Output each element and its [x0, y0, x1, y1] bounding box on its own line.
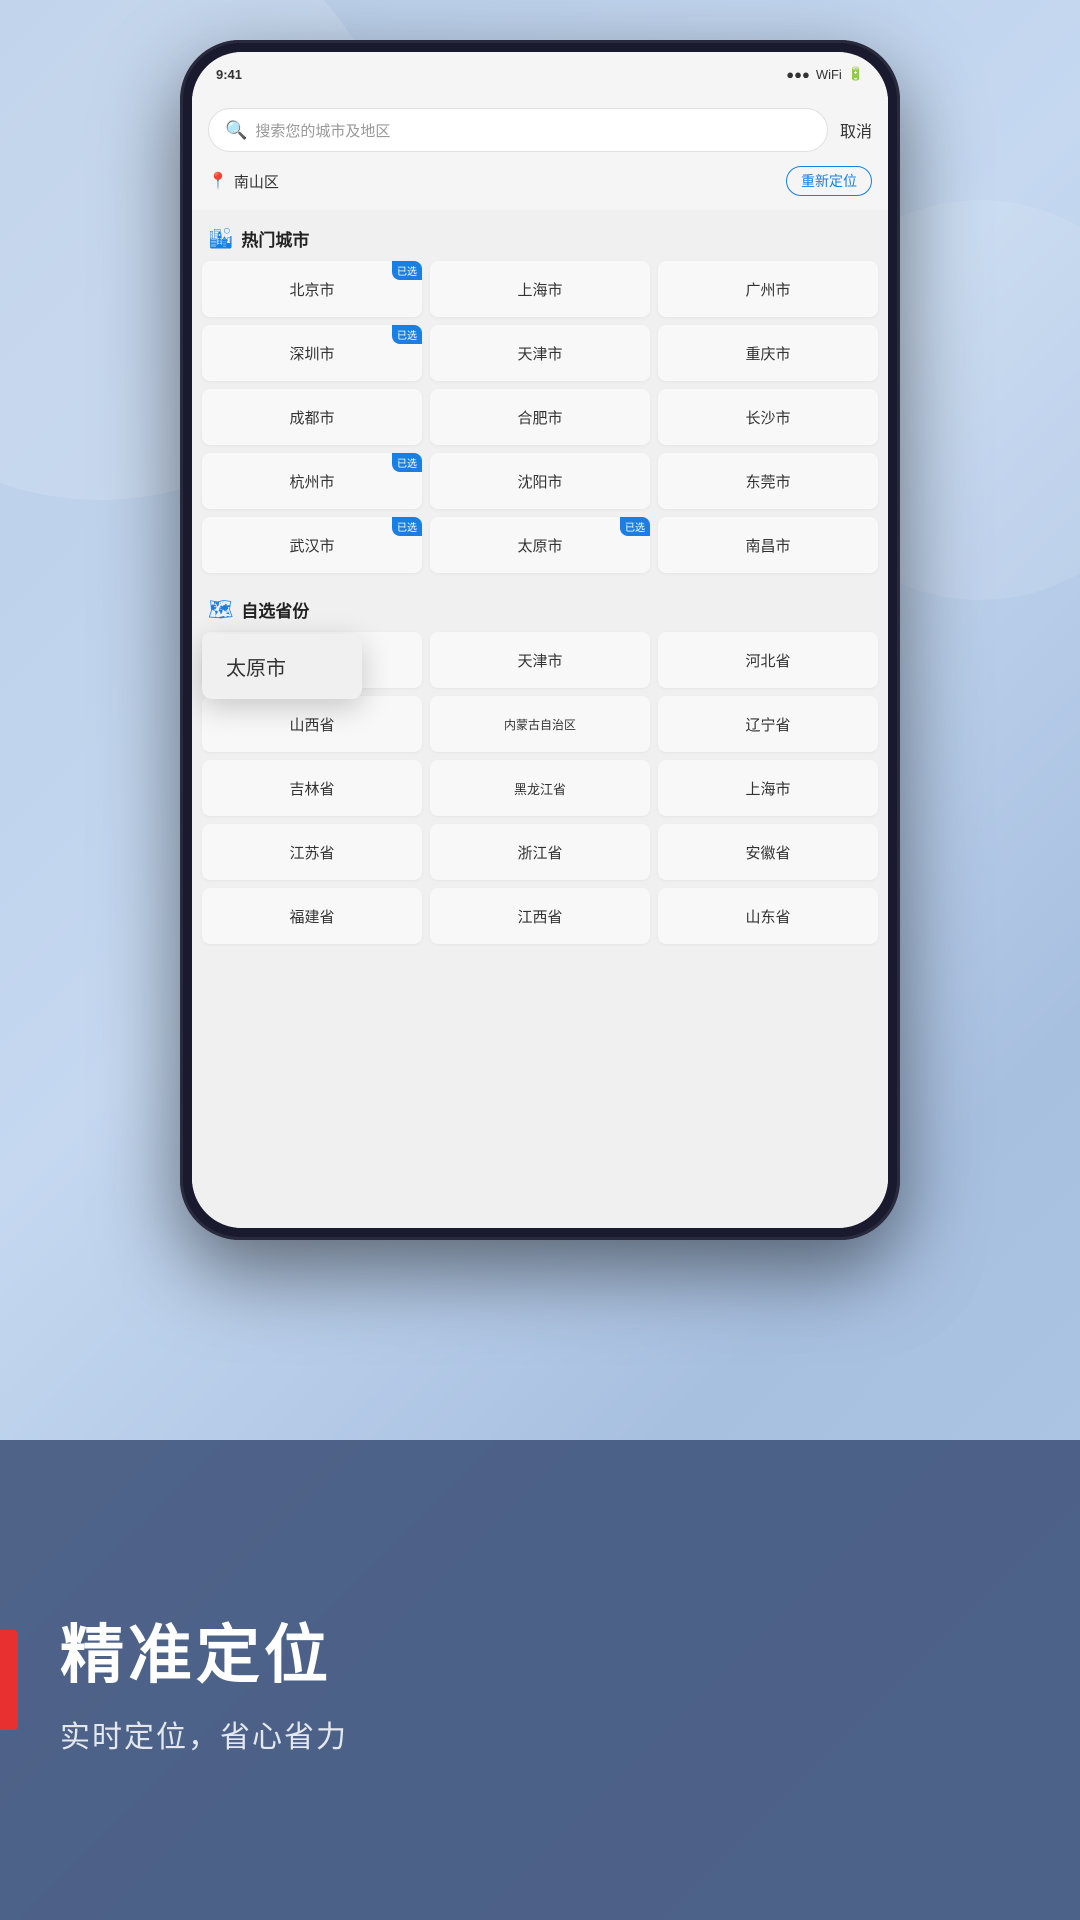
city-shenzhen[interactable]: 深圳市	[202, 325, 422, 381]
prov-tianjin[interactable]: 天津市	[430, 632, 650, 688]
city-shanghai[interactable]: 上海市	[430, 261, 650, 317]
current-location: 📍 南山区	[208, 171, 279, 192]
city-hangzhou[interactable]: 杭州市	[202, 453, 422, 509]
phone-content: 🔍 搜索您的城市及地区 取消 📍 南山区 重新定位 🏙 热门城市	[192, 96, 888, 1228]
city-nanchang[interactable]: 南昌市	[658, 517, 878, 573]
prov-jilin[interactable]: 吉林省	[202, 760, 422, 816]
prov-fujian[interactable]: 福建省	[202, 888, 422, 944]
prov-anhui[interactable]: 安徽省	[658, 824, 878, 880]
promo-title: 精准定位	[60, 1604, 1020, 1696]
prov-hebei[interactable]: 河北省	[658, 632, 878, 688]
relocate-button[interactable]: 重新定位	[786, 166, 872, 196]
city-beijing[interactable]: 北京市	[202, 261, 422, 317]
hot-cities-header: 🏙 热门城市	[202, 210, 878, 261]
province-title: 自选省份	[241, 597, 309, 622]
prov-jiangxi[interactable]: 江西省	[430, 888, 650, 944]
province-header: 🗺 自选省份	[202, 581, 878, 632]
prov-liaoning[interactable]: 辽宁省	[658, 696, 878, 752]
city-shenyang[interactable]: 沈阳市	[430, 453, 650, 509]
promo-accent-bar	[0, 1630, 18, 1730]
city-chengdu[interactable]: 成都市	[202, 389, 422, 445]
scroll-content[interactable]: 🏙 热门城市 北京市 上海市 广州市 深圳市 天津市 重庆市 成都市 合肥市 长…	[192, 210, 888, 1222]
prov-shanxi[interactable]: 山西省	[202, 696, 422, 752]
location-row: 📍 南山区 重新定位	[192, 152, 888, 210]
location-name: 南山区	[234, 171, 279, 192]
search-placeholder: 搜索您的城市及地区	[255, 120, 811, 141]
search-icon: 🔍	[225, 120, 247, 141]
province-icon: 🗺	[208, 597, 233, 622]
tooltip-popup: 太原市	[202, 634, 362, 699]
city-tianjin[interactable]: 天津市	[430, 325, 650, 381]
search-area: 🔍 搜索您的城市及地区 取消	[192, 96, 888, 152]
prov-neimenggu[interactable]: 内蒙古自治区	[430, 696, 650, 752]
location-pin-icon: 📍	[208, 171, 228, 191]
city-wuhan[interactable]: 武汉市	[202, 517, 422, 573]
hot-cities-title: 热门城市	[241, 226, 309, 251]
city-changsha[interactable]: 长沙市	[658, 389, 878, 445]
city-chongqing[interactable]: 重庆市	[658, 325, 878, 381]
city-taiyuan-hot[interactable]: 太原市	[430, 517, 650, 573]
prov-zhejiang[interactable]: 浙江省	[430, 824, 650, 880]
promo-subtitle: 实时定位，省心省力	[60, 1712, 1020, 1756]
city-dongguan[interactable]: 东莞市	[658, 453, 878, 509]
promo-section: 精准定位 实时定位，省心省力	[0, 1440, 1080, 1920]
tooltip-text: 太原市	[226, 658, 286, 680]
prov-shanghai[interactable]: 上海市	[658, 760, 878, 816]
status-bar: 9:41 ●●● WiFi 🔋	[192, 52, 888, 96]
city-guangzhou[interactable]: 广州市	[658, 261, 878, 317]
phone-frame: 9:41 ●●● WiFi 🔋 🔍 搜索您的城市及地区 取消 📍	[180, 40, 900, 1240]
hot-cities-grid: 北京市 上海市 广州市 深圳市 天津市 重庆市 成都市 合肥市 长沙市 杭州市 …	[202, 261, 878, 581]
search-box[interactable]: 🔍 搜索您的城市及地区	[208, 108, 828, 152]
prov-heilongjiang[interactable]: 黑龙江省	[430, 760, 650, 816]
hot-cities-icon: 🏙	[208, 226, 233, 251]
city-hefei[interactable]: 合肥市	[430, 389, 650, 445]
prov-jiangsu[interactable]: 江苏省	[202, 824, 422, 880]
prov-shandong[interactable]: 山东省	[658, 888, 878, 944]
cancel-button[interactable]: 取消	[840, 118, 872, 142]
phone-inner: 9:41 ●●● WiFi 🔋 🔍 搜索您的城市及地区 取消 📍	[192, 52, 888, 1228]
